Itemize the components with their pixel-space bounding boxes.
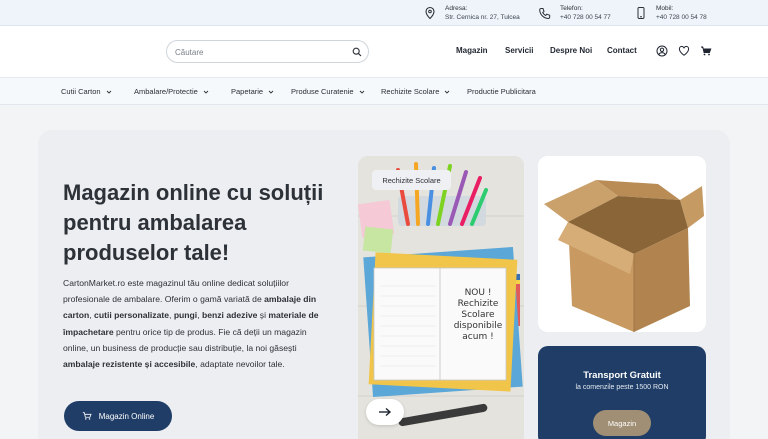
shipping-magazin-button[interactable]: Magazin [593, 410, 651, 436]
note-line: Rechizite [457, 299, 499, 309]
nav-servicii[interactable]: Servicii [505, 46, 533, 55]
chevron-down-icon [445, 90, 450, 94]
note-line: disponibile [453, 321, 503, 331]
category-ambalare-protectie[interactable]: Ambalare/Protectie [134, 87, 209, 96]
button-label: Magazin Online [98, 411, 155, 421]
user-icon[interactable] [656, 45, 668, 57]
chevron-down-icon [268, 90, 274, 94]
contact-value: +40 728 00 54 77 [560, 14, 611, 21]
category-label: Produse Curatenie [291, 87, 354, 96]
desc-bold: pungi [173, 310, 198, 321]
contact-label: Adresa: [445, 5, 468, 12]
category-menu: Cutii Carton Ambalare/Protectie Papetari… [0, 78, 768, 105]
category-cutii-carton[interactable]: Cutii Carton [61, 87, 112, 96]
contact-address: Adresa: Str. Cernica nr. 27, Tulcea [423, 4, 520, 22]
next-slide-button[interactable] [366, 399, 404, 425]
hero-description: CartonMarket.ro este magazinul tău onlin… [63, 275, 321, 372]
nav-magazin[interactable]: Magazin [456, 46, 488, 55]
category-rechizite-scolare[interactable]: Rechizite Scolare [381, 87, 450, 96]
main-header: Magazin Servicii Despre Noi Contact [0, 26, 768, 78]
contact-value: +40 728 00 54 78 [656, 14, 707, 21]
chevron-down-icon [203, 90, 209, 94]
cardboard-box-illustration [538, 156, 706, 332]
contact-bar: Adresa: Str. Cernica nr. 27, Tulcea Telef… [0, 0, 768, 26]
magazin-online-button[interactable]: Magazin Online [64, 401, 172, 431]
cart-icon [82, 412, 92, 420]
chevron-down-icon [106, 90, 111, 94]
category-label: Productie Publicitara [467, 87, 536, 96]
free-shipping-card: Transport Gratuit la comenzile peste 150… [538, 346, 706, 439]
category-label: Ambalare/Protectie [134, 87, 198, 96]
search-icon[interactable] [352, 47, 362, 57]
contact-label: Telefon: [560, 5, 583, 12]
category-produse-curatenie[interactable]: Produse Curatenie [291, 87, 365, 96]
note-line: Scolare [461, 310, 495, 320]
cart-icon[interactable] [700, 45, 712, 57]
promo-image-rechizite[interactable]: NOU ! Rechizite Scolare disponibile acum… [358, 156, 524, 439]
category-papetarie[interactable]: Papetarie [231, 87, 274, 96]
shipping-subtitle: la comenzile peste 1500 RON [575, 384, 669, 391]
nav-despre-noi[interactable]: Despre Noi [550, 46, 592, 55]
desc-part: , adaptate nevoilor tale. [195, 359, 285, 370]
contact-label: Mobil: [656, 5, 674, 12]
note-line: NOU ! [464, 288, 492, 298]
cardboard-box-image[interactable] [538, 156, 706, 332]
category-label: Papetarie [231, 87, 264, 96]
chevron-down-icon [359, 90, 364, 94]
contact-mobile[interactable]: Mobil: +40 728 00 54 78 [634, 4, 707, 22]
category-label: Cutii Carton [61, 87, 101, 96]
desc-part: și [257, 310, 269, 321]
promo-tag[interactable]: Rechizite Scolare [372, 170, 451, 190]
notebook-handwritten-note: NOU ! Rechizite Scolare disponibile acum… [446, 288, 510, 343]
heart-icon[interactable] [678, 45, 690, 57]
desc-bold: benzi adezive [201, 310, 258, 321]
mobile-icon [637, 7, 645, 19]
hero-title: Magazin online cu soluții pentru ambalar… [63, 180, 324, 265]
category-label: Rechizite Scolare [381, 87, 440, 96]
category-productie-publicitara[interactable]: Productie Publicitara [467, 87, 536, 96]
shipping-title: Transport Gratuit [583, 370, 661, 381]
arrow-right-icon [379, 407, 392, 417]
search-box [166, 40, 369, 63]
desc-bold: cutii personalizate [94, 310, 170, 321]
desc-bold: ambalaje rezistente și accesibile [63, 359, 196, 370]
note-line: acum ! [462, 332, 494, 342]
location-pin-icon [425, 6, 435, 20]
nav-contact[interactable]: Contact [607, 46, 637, 55]
contact-phone[interactable]: Telefon: +40 728 00 54 77 [538, 4, 611, 22]
phone-icon [539, 8, 551, 20]
desc-part: CartonMarket.ro este magazinul tău onlin… [63, 278, 289, 305]
search-input[interactable] [175, 45, 345, 59]
contact-value: Str. Cernica nr. 27, Tulcea [445, 14, 520, 21]
